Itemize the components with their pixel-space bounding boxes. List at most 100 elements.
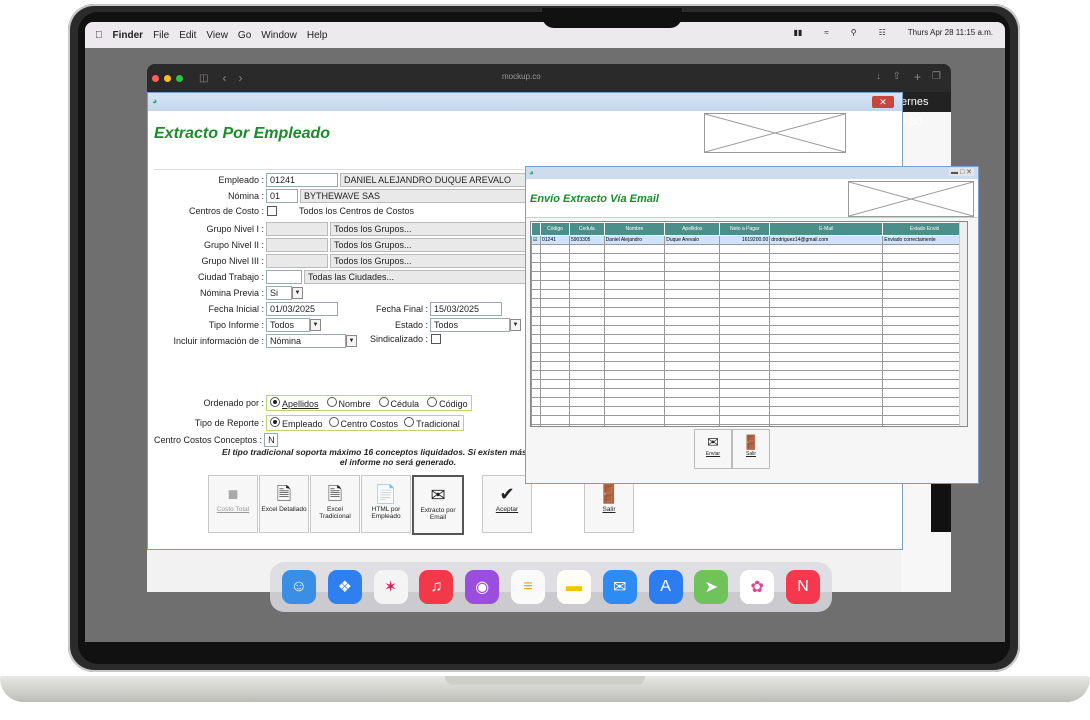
reminders-icon[interactable]: ≡ <box>511 570 546 604</box>
menu-go[interactable]: Go <box>238 30 251 41</box>
costo-total-button[interactable]: ■ Costo Total <box>208 475 258 533</box>
col-email[interactable]: E-Mail <box>769 222 884 236</box>
chevron-down-icon[interactable]: ▼ <box>292 287 303 299</box>
battery-icon[interactable]: ▮▮ <box>794 28 803 37</box>
xlsx-file-icon: 📄 <box>374 484 398 504</box>
chevron-down-icon[interactable]: ▼ <box>310 319 321 331</box>
ordenado-label: Ordenado por : <box>203 398 264 408</box>
minimize-dot[interactable] <box>164 74 171 82</box>
col-codigo[interactable]: Código <box>540 222 570 236</box>
radio-apellidos[interactable]: Apellidos <box>270 397 319 409</box>
centro-conceptos-field[interactable]: N <box>264 433 279 447</box>
nomina-code-field[interactable]: 01 <box>266 189 298 203</box>
app-icon: ◕ <box>529 168 534 177</box>
tabs-icon[interactable]: ❐ <box>932 71 941 82</box>
radio-tradicional[interactable]: Tradicional <box>404 417 460 429</box>
menu-edit[interactable]: Edit <box>179 30 196 41</box>
apple-icon[interactable]:  <box>95 30 103 41</box>
sidebar-icon[interactable]: ◫ <box>199 73 208 84</box>
col-apellidos[interactable]: Apellidos <box>664 222 721 236</box>
centros-row: Centros de Costo : Todos los Centros de … <box>148 206 414 216</box>
close-dot[interactable] <box>152 74 159 82</box>
safari-icon[interactable]: ❖ <box>327 570 362 604</box>
search-icon[interactable]: ⚲ <box>851 28 857 37</box>
menu-view[interactable]: View <box>206 30 228 41</box>
grid-corner <box>531 222 541 236</box>
enviar-button[interactable]: ✉ Enviar <box>694 429 732 469</box>
menubar-clock[interactable]: Thurs Apr 28 11:15 a.m. <box>908 28 993 37</box>
incluir-select[interactable]: Nómina <box>266 334 346 348</box>
address-bar[interactable]: mockup.co <box>502 72 541 81</box>
menu-help[interactable]: Help <box>307 30 328 41</box>
row-checkbox[interactable]: ☑ <box>531 235 541 245</box>
empty-row <box>531 271 967 281</box>
fecha-final-field[interactable]: 15/03/2025 <box>430 302 502 316</box>
excel-detallado-button[interactable]: 🗎 Excel Detallado <box>259 475 309 533</box>
estado-select[interactable]: Todos <box>430 318 510 332</box>
radio-centro-costos[interactable]: Centro Costos <box>328 417 398 429</box>
finder-icon[interactable]: ☺ <box>281 570 316 604</box>
grupo1-code[interactable] <box>266 222 328 236</box>
grupo2-row: Grupo Nivel II : Todos los Grupos... <box>148 238 528 252</box>
centro-conceptos-row: Centro Costos Conceptos : N <box>154 433 279 447</box>
extracto-email-button[interactable]: ✉ Extracto por Email <box>412 475 464 535</box>
ciudad-code-field[interactable] <box>266 270 302 284</box>
control-center-icon[interactable]: ☷ <box>879 28 886 37</box>
enviar-label: Enviar <box>705 451 721 457</box>
col-cedula[interactable]: Cedula <box>569 222 605 236</box>
radio-cedula[interactable]: Cédula <box>378 397 419 409</box>
fecha-inicial-field[interactable]: 01/03/2025 <box>266 302 338 316</box>
music-icon[interactable]: ♫ <box>419 570 454 604</box>
share-icon[interactable]: ⇧ <box>893 71 901 82</box>
app-store-icon[interactable]: A <box>648 570 683 604</box>
close-button[interactable]: ✕ <box>872 96 894 108</box>
excel-tradicional-button[interactable]: 🗎 Excel Tradicional <box>310 475 360 533</box>
radio-nombre[interactable]: Nombre <box>326 397 371 409</box>
tipo-informe-select[interactable]: Todos <box>266 318 310 332</box>
menu-app[interactable]: Finder <box>113 30 144 41</box>
slack-icon[interactable]: ✶ <box>373 570 408 604</box>
news-icon[interactable]: N <box>786 570 821 604</box>
photos-icon[interactable]: ✿ <box>740 570 775 604</box>
radio-codigo[interactable]: Código <box>427 397 468 409</box>
mail-icon[interactable]: ✉ <box>602 570 637 604</box>
maps-icon[interactable]: ➤ <box>694 570 729 604</box>
table-row[interactable]: ☑ 01241 5903305 Daniel Alejandro Duque A… <box>531 235 967 245</box>
empleado-code-field[interactable]: 01241 <box>266 173 338 187</box>
empty-row <box>531 298 967 308</box>
tipo-reporte-label: Tipo de Reporte : <box>194 418 264 428</box>
grupo3-code[interactable] <box>266 254 328 268</box>
back-icon[interactable]: ‹ <box>222 71 226 85</box>
radio-empleado[interactable]: Empleado <box>270 417 323 429</box>
chevron-down-icon[interactable]: ▼ <box>510 319 521 331</box>
forward-icon[interactable]: › <box>238 71 242 85</box>
wifi-icon[interactable]: ≈ <box>824 28 828 37</box>
sindicalizado-checkbox[interactable] <box>431 334 441 344</box>
menu-file[interactable]: File <box>153 30 169 41</box>
grid-scrollbar[interactable] <box>959 222 967 426</box>
grupo3-value: Todos los Grupos... <box>330 254 528 268</box>
new-tab-icon[interactable]: + <box>914 70 921 84</box>
estado-label: Estado : <box>394 320 428 330</box>
empty-row <box>531 307 967 317</box>
col-neto[interactable]: Neto a Pagar <box>719 222 771 236</box>
zoom-dot[interactable] <box>176 74 183 82</box>
podcasts-icon[interactable]: ◉ <box>465 570 500 604</box>
incluir-label: Incluir información de : <box>173 336 264 346</box>
previa-select[interactable]: Si <box>266 286 292 300</box>
nomina-name: BYTHEWAVE SAS <box>300 189 528 203</box>
notes-icon[interactable]: ▬ <box>556 570 591 604</box>
col-nombre[interactable]: Nombre <box>603 222 666 236</box>
grupo2-code[interactable] <box>266 238 328 252</box>
download-icon[interactable]: ↓ <box>876 71 881 82</box>
empty-row <box>531 352 967 362</box>
window-controls[interactable]: ▬ □ ✕ <box>949 168 974 176</box>
menu-window[interactable]: Window <box>261 30 297 41</box>
html-empleado-button[interactable]: 📄 HTML por Empleado <box>361 475 411 533</box>
chevron-down-icon[interactable]: ▼ <box>346 335 357 347</box>
email-salir-button[interactable]: 🚪 Salir <box>732 429 770 469</box>
empleado-row: Empleado : 01241 DANIEL ALEJANDRO DUQUE … <box>148 173 528 187</box>
centros-checkbox[interactable] <box>267 206 277 216</box>
window-titlebar: ◕ ✕ <box>148 93 902 111</box>
col-estado[interactable]: Estado Envió <box>882 222 967 236</box>
